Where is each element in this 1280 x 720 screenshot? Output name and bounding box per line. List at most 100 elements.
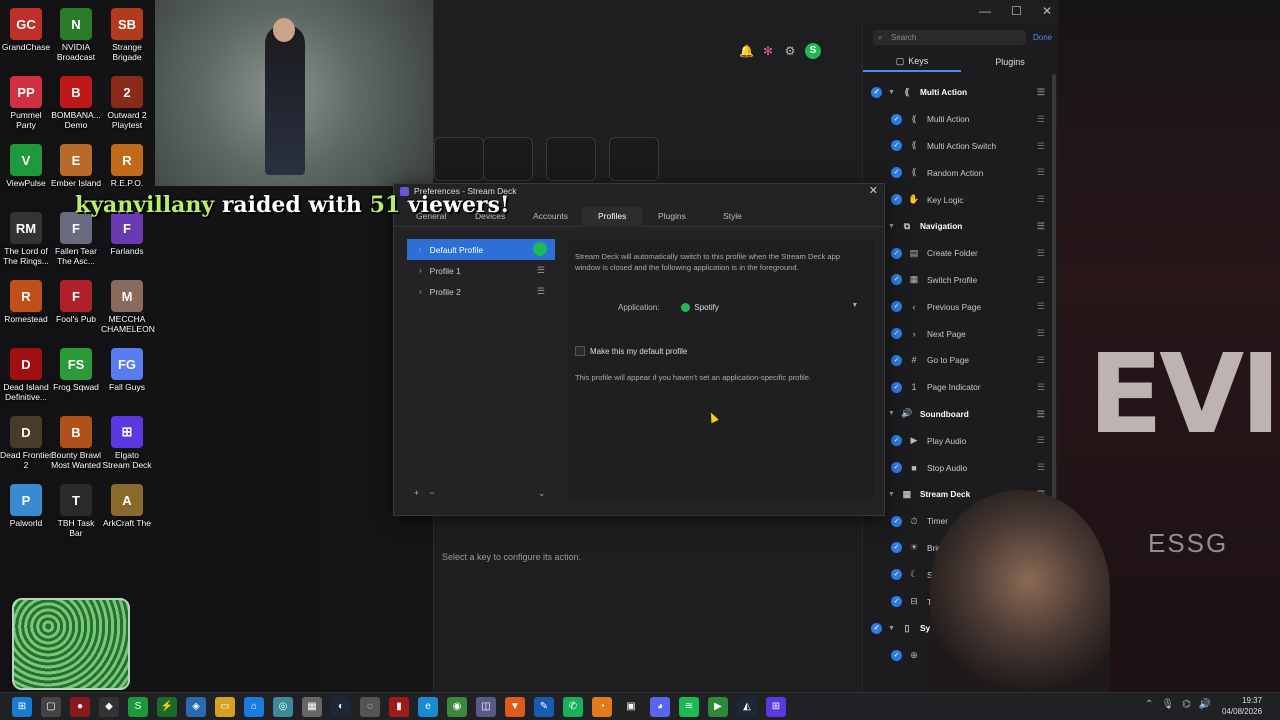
taskbar-app-icon[interactable]: ▮: [389, 697, 409, 717]
bell-icon[interactable]: 🔔: [739, 44, 754, 58]
action-category[interactable]: ✓ ▼ ⟪ Multi Action ☰: [863, 79, 1059, 106]
action-item[interactable]: ✓ ■ Stop Audio ☰: [863, 454, 1059, 481]
check-icon[interactable]: ✓: [891, 596, 902, 608]
drag-handle-icon[interactable]: ☰: [1037, 221, 1045, 232]
check-icon[interactable]: ✓: [871, 622, 882, 634]
taskbar-app-icon[interactable]: ◌: [360, 697, 380, 717]
check-icon[interactable]: ✓: [891, 515, 902, 527]
check-icon[interactable]: ✓: [891, 301, 902, 313]
default-profile-checkbox[interactable]: [575, 346, 585, 356]
discord-icon[interactable]: ◕: [650, 697, 670, 717]
desktop-icon[interactable]: D Dead Island Definitive...: [0, 348, 52, 402]
desktop-icon[interactable]: M MECCHA CHAMELEON: [101, 280, 155, 334]
taskbar-app-icon[interactable]: ◆: [99, 697, 119, 717]
check-icon[interactable]: ✓: [891, 462, 902, 474]
key-slot[interactable]: [546, 137, 596, 181]
tab-plugins[interactable]: Plugins: [961, 52, 1059, 72]
action-item[interactable]: ✓ ▶ Play Audio ☰: [863, 427, 1059, 454]
action-item[interactable]: ✓ › Next Page ☰: [863, 320, 1059, 347]
gear-icon[interactable]: ⚙: [783, 44, 797, 58]
action-category[interactable]: ✓▼🔊Soundboard☰: [863, 401, 1059, 428]
remove-profile-button[interactable]: −: [429, 488, 434, 498]
desktop-icon[interactable]: FG Fall Guys: [101, 348, 153, 392]
steam-icon[interactable]: ◐: [331, 697, 351, 717]
action-item[interactable]: ✓ ‹ Previous Page ☰: [863, 293, 1059, 320]
tab-style[interactable]: Style: [723, 211, 742, 221]
desktop-icon[interactable]: PP Pummel Party: [0, 76, 52, 130]
drag-handle-icon[interactable]: ☰: [1037, 382, 1045, 393]
check-icon[interactable]: ✓: [891, 542, 902, 554]
whatsapp-icon[interactable]: ✆: [563, 697, 583, 717]
drag-handle-icon[interactable]: ☰: [1037, 301, 1045, 312]
check-icon[interactable]: ✓: [891, 649, 902, 661]
desktop-icon[interactable]: B Bounty Brawl Most Wanted: [50, 416, 102, 470]
drag-handle-icon[interactable]: ☰: [1037, 141, 1045, 152]
check-icon[interactable]: ✓: [891, 167, 902, 179]
close-button[interactable]: ✕: [1042, 4, 1052, 18]
menu-icon[interactable]: ☰: [537, 286, 545, 297]
profile-item-2[interactable]: › Profile 2 ☰: [407, 281, 555, 302]
taskbar-app-icon[interactable]: S: [128, 697, 148, 717]
taskbar-app-icon[interactable]: ◭: [737, 697, 757, 717]
search-input[interactable]: ⌕ Search: [873, 30, 1026, 45]
desktop-icon[interactable]: P Palworld: [0, 484, 52, 528]
drag-handle-icon[interactable]: ☰: [1037, 435, 1045, 446]
chevron-down-icon[interactable]: ▼: [888, 410, 895, 417]
marketplace-icon[interactable]: ✻: [761, 44, 775, 58]
brave-icon[interactable]: ▼: [505, 697, 525, 717]
action-item[interactable]: ✓ 1 Page Indicator ☰: [863, 374, 1059, 401]
taskbar-app-icon[interactable]: ⚡: [157, 697, 177, 717]
application-select[interactable]: Spotify ▼: [679, 299, 863, 315]
minimize-button[interactable]: —: [979, 4, 991, 18]
desktop-icon[interactable]: V ViewPulse: [0, 144, 52, 188]
menu-icon[interactable]: ☰: [537, 265, 545, 276]
profile-item-1[interactable]: › Profile 1 ☰: [407, 260, 555, 281]
chevron-down-icon[interactable]: ▼: [888, 89, 895, 96]
chevron-down-icon[interactable]: ▼: [888, 223, 895, 230]
desktop-icon[interactable]: E Ember Island: [50, 144, 102, 188]
key-slot[interactable]: [434, 137, 484, 181]
action-item[interactable]: ✓ ✋ Key Logic ☰: [863, 186, 1059, 213]
desktop-icon[interactable]: ⊞ Elgato Stream Deck: [101, 416, 153, 470]
drag-handle-icon[interactable]: ☰: [1037, 167, 1045, 178]
desktop-icon[interactable]: D Dead Frontier 2: [0, 416, 52, 470]
chevron-up-icon[interactable]: ⌃: [1145, 699, 1153, 710]
tab-profiles[interactable]: Profiles: [582, 207, 643, 227]
add-profile-button[interactable]: +: [414, 488, 419, 498]
desktop-icon[interactable]: N NVIDIA Broadcast: [50, 8, 102, 62]
firefox-icon[interactable]: ◔: [592, 697, 612, 717]
drag-handle-icon[interactable]: ☰: [1037, 275, 1045, 286]
mic-icon[interactable]: 🎙: [1161, 699, 1174, 710]
check-icon[interactable]: ✓: [891, 328, 902, 340]
done-button[interactable]: Done: [1033, 33, 1052, 42]
desktop-icon[interactable]: GC GrandChase: [0, 8, 52, 52]
chrome-icon[interactable]: ◉: [447, 697, 467, 717]
check-icon[interactable]: ✓: [891, 247, 902, 259]
clock[interactable]: 19:37 04/08/2026: [1222, 695, 1262, 717]
desktop-icon[interactable]: FS Frog Sqwad: [50, 348, 102, 392]
drag-handle-icon[interactable]: ☰: [1037, 194, 1045, 205]
taskbar-app-icon[interactable]: ✎: [534, 697, 554, 717]
tab-plugins-pref[interactable]: Plugins: [658, 211, 686, 221]
tab-accounts[interactable]: Accounts: [533, 211, 568, 221]
action-item[interactable]: ✓ ▤ Create Folder ☰: [863, 240, 1059, 267]
check-icon[interactable]: ✓: [891, 140, 902, 152]
desktop-icon[interactable]: R Romestead: [0, 280, 52, 324]
drag-handle-icon[interactable]: ☰: [1037, 328, 1045, 339]
check-icon[interactable]: ✓: [891, 194, 902, 206]
chevron-down-icon[interactable]: ▼: [888, 491, 895, 498]
file-explorer-icon[interactable]: ▭: [215, 697, 235, 717]
action-item[interactable]: ✓ ⟪ Random Action ☰: [863, 159, 1059, 186]
desktop-icon[interactable]: B BOMBANA... Demo: [50, 76, 102, 130]
desktop-icon[interactable]: SB Strange Brigade: [101, 8, 153, 62]
desktop-icon[interactable]: 2 Outward 2 Playtest: [101, 76, 153, 130]
taskbar-app-icon[interactable]: ▦: [302, 697, 322, 717]
check-icon[interactable]: ✓: [891, 569, 902, 581]
chevron-down-icon[interactable]: ▼: [888, 625, 895, 632]
action-item[interactable]: ✓ ⟪ Multi Action ☰: [863, 106, 1059, 133]
action-category[interactable]: ✓▼⧉Navigation☰: [863, 213, 1059, 240]
dialog-close-button[interactable]: ✕: [869, 184, 878, 197]
drag-handle-icon[interactable]: ☰: [1037, 409, 1045, 420]
spotify-icon[interactable]: ≋: [679, 697, 699, 717]
desktop-icon[interactable]: F Farlands: [101, 212, 153, 256]
